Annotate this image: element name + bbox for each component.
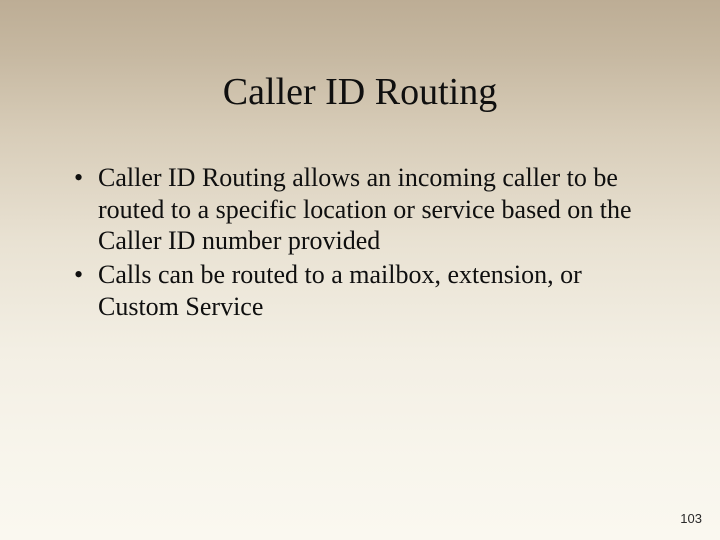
bullet-list: Caller ID Routing allows an incoming cal… (70, 162, 660, 323)
slide-title: Caller ID Routing (0, 70, 720, 114)
slide: Caller ID Routing Caller ID Routing allo… (0, 0, 720, 540)
page-number: 103 (680, 511, 702, 526)
list-item: Calls can be routed to a mailbox, extens… (70, 259, 660, 322)
list-item: Caller ID Routing allows an incoming cal… (70, 162, 660, 257)
slide-body: Caller ID Routing allows an incoming cal… (70, 162, 660, 325)
